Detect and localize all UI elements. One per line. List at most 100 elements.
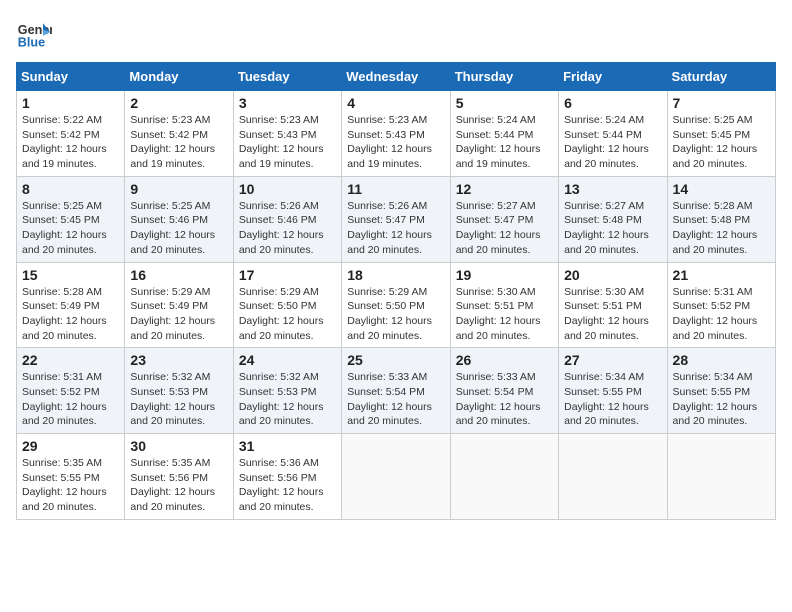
col-header-monday: Monday bbox=[125, 63, 233, 91]
day-number: 14 bbox=[673, 181, 770, 197]
calendar-cell: 30 Sunrise: 5:35 AM Sunset: 5:56 PM Dayli… bbox=[125, 434, 233, 520]
calendar-week-1: 1 Sunrise: 5:22 AM Sunset: 5:42 PM Daylig… bbox=[17, 91, 776, 177]
day-info: Sunrise: 5:29 AM Sunset: 5:50 PM Dayligh… bbox=[347, 285, 444, 344]
calendar-cell: 4 Sunrise: 5:23 AM Sunset: 5:43 PM Daylig… bbox=[342, 91, 450, 177]
calendar-cell: 8 Sunrise: 5:25 AM Sunset: 5:45 PM Daylig… bbox=[17, 176, 125, 262]
day-number: 21 bbox=[673, 267, 770, 283]
calendar-cell: 9 Sunrise: 5:25 AM Sunset: 5:46 PM Daylig… bbox=[125, 176, 233, 262]
day-number: 27 bbox=[564, 352, 661, 368]
col-header-friday: Friday bbox=[559, 63, 667, 91]
calendar-cell: 21Sunrise: 5:31 AM Sunset: 5:52 PM Dayli… bbox=[667, 262, 775, 348]
day-number: 18 bbox=[347, 267, 444, 283]
calendar-cell: 1 Sunrise: 5:22 AM Sunset: 5:42 PM Daylig… bbox=[17, 91, 125, 177]
day-info: Sunrise: 5:30 AM Sunset: 5:51 PM Dayligh… bbox=[564, 285, 661, 344]
day-number: 10 bbox=[239, 181, 336, 197]
calendar-cell: 10 Sunrise: 5:26 AM Sunset: 5:46 PM Dayli… bbox=[233, 176, 341, 262]
day-info: Sunrise: 5:25 AM Sunset: 5:46 PM Dayligh… bbox=[130, 199, 227, 258]
calendar-cell bbox=[667, 434, 775, 520]
calendar-cell bbox=[342, 434, 450, 520]
calendar-table: SundayMondayTuesdayWednesdayThursdayFrid… bbox=[16, 62, 776, 520]
day-info: Sunrise: 5:25 AM Sunset: 5:45 PM Dayligh… bbox=[22, 199, 119, 258]
logo-icon: General Blue bbox=[16, 16, 52, 52]
day-number: 4 bbox=[347, 95, 444, 111]
day-info: Sunrise: 5:31 AM Sunset: 5:52 PM Dayligh… bbox=[22, 370, 119, 429]
day-info: Sunrise: 5:28 AM Sunset: 5:49 PM Dayligh… bbox=[22, 285, 119, 344]
day-number: 2 bbox=[130, 95, 227, 111]
day-info: Sunrise: 5:36 AM Sunset: 5:56 PM Dayligh… bbox=[239, 456, 336, 515]
calendar-cell: 26 Sunrise: 5:33 AM Sunset: 5:54 PM Dayli… bbox=[450, 348, 558, 434]
day-info: Sunrise: 5:28 AM Sunset: 5:48 PM Dayligh… bbox=[673, 199, 770, 258]
day-number: 23 bbox=[130, 352, 227, 368]
day-info: Sunrise: 5:33 AM Sunset: 5:54 PM Dayligh… bbox=[456, 370, 553, 429]
calendar-cell: 11 Sunrise: 5:26 AM Sunset: 5:47 PM Dayli… bbox=[342, 176, 450, 262]
calendar-cell: 25Sunrise: 5:33 AM Sunset: 5:54 PM Dayli… bbox=[342, 348, 450, 434]
day-number: 11 bbox=[347, 181, 444, 197]
calendar-cell: 29 Sunrise: 5:35 AM Sunset: 5:55 PM Dayli… bbox=[17, 434, 125, 520]
calendar-week-4: 22 Sunrise: 5:31 AM Sunset: 5:52 PM Dayli… bbox=[17, 348, 776, 434]
day-info: Sunrise: 5:23 AM Sunset: 5:43 PM Dayligh… bbox=[347, 113, 444, 172]
calendar-cell: 23 Sunrise: 5:32 AM Sunset: 5:53 PM Dayli… bbox=[125, 348, 233, 434]
day-info: Sunrise: 5:24 AM Sunset: 5:44 PM Dayligh… bbox=[564, 113, 661, 172]
day-info: Sunrise: 5:32 AM Sunset: 5:53 PM Dayligh… bbox=[239, 370, 336, 429]
col-header-thursday: Thursday bbox=[450, 63, 558, 91]
day-info: Sunrise: 5:34 AM Sunset: 5:55 PM Dayligh… bbox=[564, 370, 661, 429]
calendar-cell: 18 Sunrise: 5:29 AM Sunset: 5:50 PM Dayli… bbox=[342, 262, 450, 348]
day-info: Sunrise: 5:29 AM Sunset: 5:49 PM Dayligh… bbox=[130, 285, 227, 344]
day-number: 29 bbox=[22, 438, 119, 454]
day-number: 20 bbox=[564, 267, 661, 283]
day-number: 31 bbox=[239, 438, 336, 454]
calendar-week-3: 15 Sunrise: 5:28 AM Sunset: 5:49 PM Dayli… bbox=[17, 262, 776, 348]
day-number: 22 bbox=[22, 352, 119, 368]
day-info: Sunrise: 5:24 AM Sunset: 5:44 PM Dayligh… bbox=[456, 113, 553, 172]
calendar-header-row: SundayMondayTuesdayWednesdayThursdayFrid… bbox=[17, 63, 776, 91]
day-info: Sunrise: 5:23 AM Sunset: 5:42 PM Dayligh… bbox=[130, 113, 227, 172]
day-info: Sunrise: 5:35 AM Sunset: 5:56 PM Dayligh… bbox=[130, 456, 227, 515]
day-info: Sunrise: 5:26 AM Sunset: 5:47 PM Dayligh… bbox=[347, 199, 444, 258]
col-header-sunday: Sunday bbox=[17, 63, 125, 91]
col-header-tuesday: Tuesday bbox=[233, 63, 341, 91]
calendar-cell: 5 Sunrise: 5:24 AM Sunset: 5:44 PM Daylig… bbox=[450, 91, 558, 177]
day-number: 26 bbox=[456, 352, 553, 368]
calendar-cell: 17Sunrise: 5:29 AM Sunset: 5:50 PM Dayli… bbox=[233, 262, 341, 348]
day-number: 9 bbox=[130, 181, 227, 197]
day-info: Sunrise: 5:27 AM Sunset: 5:47 PM Dayligh… bbox=[456, 199, 553, 258]
day-info: Sunrise: 5:26 AM Sunset: 5:46 PM Dayligh… bbox=[239, 199, 336, 258]
day-number: 1 bbox=[22, 95, 119, 111]
calendar-cell: 22 Sunrise: 5:31 AM Sunset: 5:52 PM Dayli… bbox=[17, 348, 125, 434]
day-number: 13 bbox=[564, 181, 661, 197]
calendar-cell: 16 Sunrise: 5:29 AM Sunset: 5:49 PM Dayli… bbox=[125, 262, 233, 348]
day-number: 15 bbox=[22, 267, 119, 283]
day-number: 30 bbox=[130, 438, 227, 454]
day-number: 5 bbox=[456, 95, 553, 111]
calendar-week-5: 29 Sunrise: 5:35 AM Sunset: 5:55 PM Dayli… bbox=[17, 434, 776, 520]
day-number: 8 bbox=[22, 181, 119, 197]
calendar-cell: 3 Sunrise: 5:23 AM Sunset: 5:43 PM Daylig… bbox=[233, 91, 341, 177]
calendar-cell: 6 Sunrise: 5:24 AM Sunset: 5:44 PM Daylig… bbox=[559, 91, 667, 177]
day-info: Sunrise: 5:25 AM Sunset: 5:45 PM Dayligh… bbox=[673, 113, 770, 172]
calendar-cell: 19Sunrise: 5:30 AM Sunset: 5:51 PM Dayli… bbox=[450, 262, 558, 348]
col-header-wednesday: Wednesday bbox=[342, 63, 450, 91]
day-number: 6 bbox=[564, 95, 661, 111]
day-number: 28 bbox=[673, 352, 770, 368]
day-number: 3 bbox=[239, 95, 336, 111]
calendar-cell bbox=[559, 434, 667, 520]
calendar-cell: 14 Sunrise: 5:28 AM Sunset: 5:48 PM Dayli… bbox=[667, 176, 775, 262]
svg-text:Blue: Blue bbox=[18, 36, 45, 50]
day-info: Sunrise: 5:32 AM Sunset: 5:53 PM Dayligh… bbox=[130, 370, 227, 429]
day-info: Sunrise: 5:34 AM Sunset: 5:55 PM Dayligh… bbox=[673, 370, 770, 429]
calendar-cell: 12Sunrise: 5:27 AM Sunset: 5:47 PM Dayli… bbox=[450, 176, 558, 262]
col-header-saturday: Saturday bbox=[667, 63, 775, 91]
day-info: Sunrise: 5:23 AM Sunset: 5:43 PM Dayligh… bbox=[239, 113, 336, 172]
day-info: Sunrise: 5:35 AM Sunset: 5:55 PM Dayligh… bbox=[22, 456, 119, 515]
calendar-cell: 7 Sunrise: 5:25 AM Sunset: 5:45 PM Daylig… bbox=[667, 91, 775, 177]
calendar-cell: 20 Sunrise: 5:30 AM Sunset: 5:51 PM Dayli… bbox=[559, 262, 667, 348]
day-number: 19 bbox=[456, 267, 553, 283]
calendar-cell: 24Sunrise: 5:32 AM Sunset: 5:53 PM Dayli… bbox=[233, 348, 341, 434]
calendar-week-2: 8 Sunrise: 5:25 AM Sunset: 5:45 PM Daylig… bbox=[17, 176, 776, 262]
day-info: Sunrise: 5:22 AM Sunset: 5:42 PM Dayligh… bbox=[22, 113, 119, 172]
day-info: Sunrise: 5:29 AM Sunset: 5:50 PM Dayligh… bbox=[239, 285, 336, 344]
calendar-cell: 2 Sunrise: 5:23 AM Sunset: 5:42 PM Daylig… bbox=[125, 91, 233, 177]
day-number: 16 bbox=[130, 267, 227, 283]
day-number: 25 bbox=[347, 352, 444, 368]
day-number: 7 bbox=[673, 95, 770, 111]
